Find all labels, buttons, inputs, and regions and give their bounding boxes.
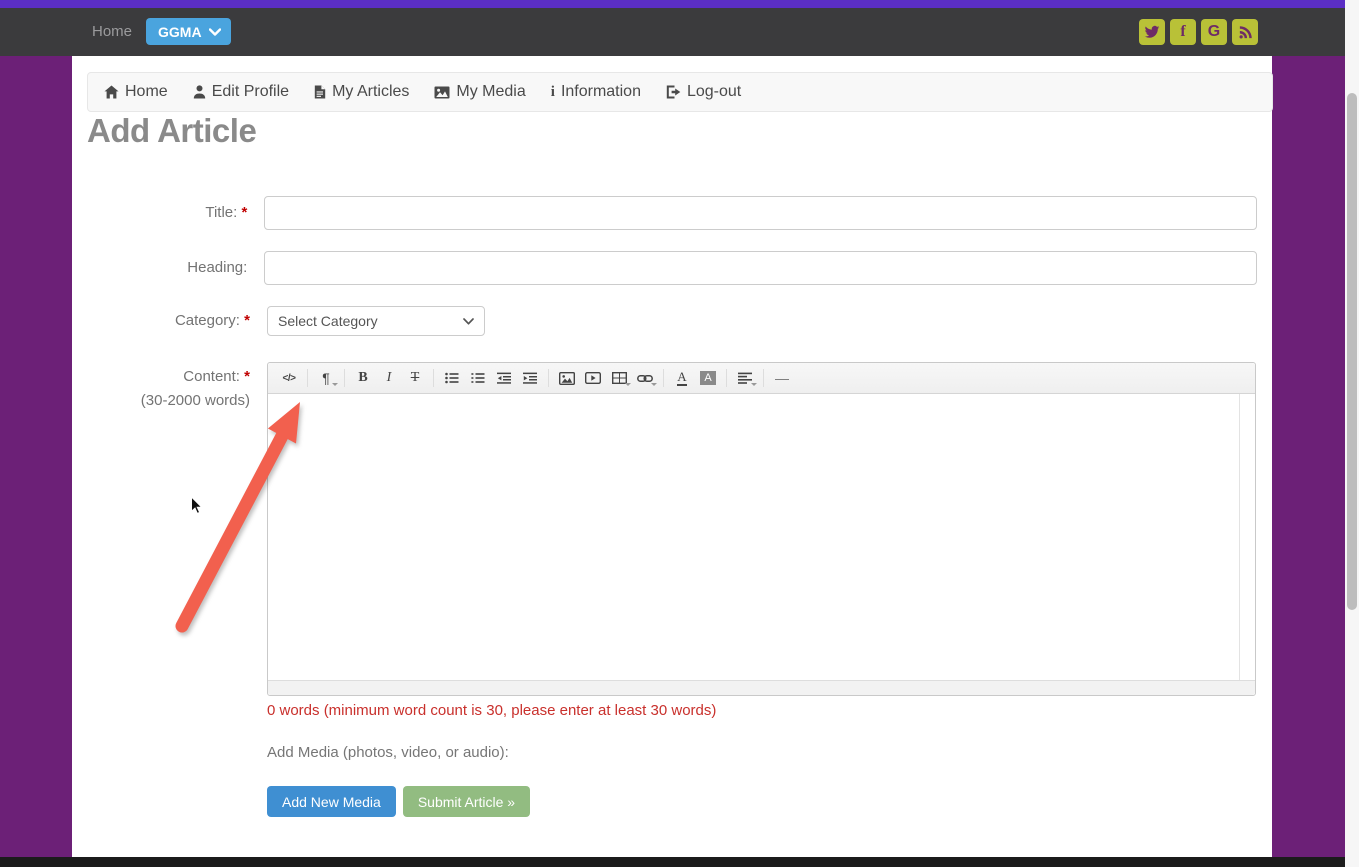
- paragraph-align-button[interactable]: [732, 367, 758, 389]
- page-title: Add Article: [87, 112, 257, 149]
- scrollbar-thumb[interactable]: [1347, 93, 1357, 610]
- insert-video-button[interactable]: [580, 367, 606, 389]
- mouse-cursor: [191, 496, 203, 515]
- highlight-color-button[interactable]: A: [695, 367, 721, 389]
- required-marker: *: [244, 312, 250, 329]
- twitter-icon[interactable]: [1139, 19, 1165, 45]
- link-icon: [637, 374, 653, 382]
- menu-item-label: Log-out: [686, 83, 742, 100]
- word-count-warning: 0 words (minimum word count is 30, pleas…: [267, 702, 717, 719]
- toolbar-separator: [763, 369, 764, 387]
- italic-button[interactable]: I: [376, 367, 402, 389]
- facebook-icon[interactable]: f: [1170, 19, 1196, 45]
- image-icon: [434, 86, 450, 98]
- document-icon: [314, 85, 326, 99]
- menu-item-label: Information: [560, 83, 641, 100]
- menu-item-label: My Articles: [332, 83, 410, 100]
- add-media-label: Add Media (photos, video, or audio):: [267, 744, 509, 761]
- indent-icon: [523, 372, 537, 384]
- chevron-down-icon: [463, 317, 474, 325]
- caret-down-icon: [332, 383, 338, 386]
- submit-article-button[interactable]: Submit Article »: [402, 786, 531, 817]
- caret-down-icon: [751, 383, 757, 386]
- title-input[interactable]: [264, 196, 1257, 230]
- menu-item-log-out[interactable]: Log-out: [666, 83, 741, 101]
- toolbar-separator: [548, 369, 549, 387]
- menu-item-edit-profile[interactable]: Edit Profile: [193, 83, 289, 101]
- info-icon: i: [550, 83, 555, 100]
- required-marker: *: [241, 204, 248, 221]
- menu-item-label: My Media: [456, 83, 526, 100]
- menu-item-information[interactable]: i Information: [551, 83, 641, 101]
- ordered-list-icon: [471, 373, 485, 383]
- user-icon: [193, 85, 205, 99]
- menu-item-label: Home: [125, 83, 168, 100]
- chevron-down-icon: [208, 27, 221, 36]
- unordered-list-icon: [445, 372, 459, 384]
- menu-item-my-media[interactable]: My Media: [434, 83, 526, 101]
- menu-item-my-articles[interactable]: My Articles: [314, 83, 409, 101]
- font-color-button[interactable]: A: [669, 367, 695, 389]
- code-view-button[interactable]: </>: [276, 367, 302, 389]
- editor-editable-region[interactable]: [268, 394, 1240, 680]
- page: Home GGMA f G Home Edit Profile My Artic…: [0, 0, 1359, 867]
- toolbar-separator: [663, 369, 664, 387]
- red-arrow-annotation: [175, 402, 300, 633]
- heading-label: Heading:: [187, 259, 248, 276]
- indent-button[interactable]: [517, 367, 543, 389]
- menu-item-home[interactable]: Home: [104, 83, 168, 101]
- editor-toolbar: </> ¶ B I T A A —: [268, 363, 1255, 394]
- brand-label: GGMA: [158, 23, 202, 40]
- social-links: f G: [1139, 19, 1258, 45]
- logout-icon: [666, 85, 681, 99]
- editor-resize-handle[interactable]: [268, 680, 1255, 695]
- footer-bar: [0, 857, 1345, 867]
- category-label: Category: *: [174, 312, 250, 329]
- user-menu: Home Edit Profile My Articles My Media i…: [87, 72, 1273, 112]
- bold-button[interactable]: B: [350, 367, 376, 389]
- rss-icon[interactable]: [1232, 19, 1258, 45]
- editor-content-area[interactable]: [268, 394, 1255, 680]
- google-icon[interactable]: G: [1201, 19, 1227, 45]
- form-actions: Add New Media Submit Article »: [267, 786, 1257, 817]
- insert-link-button[interactable]: [632, 367, 658, 389]
- top-navigation-bar: Home GGMA f G: [0, 8, 1345, 56]
- category-select[interactable]: Select Category: [267, 306, 485, 336]
- video-icon: [585, 372, 601, 384]
- toolbar-separator: [726, 369, 727, 387]
- topbar-home-link[interactable]: Home: [92, 8, 132, 56]
- brand-dropdown-button[interactable]: GGMA: [146, 18, 231, 45]
- caret-down-icon: [625, 383, 631, 386]
- scrollbar[interactable]: [1345, 0, 1359, 867]
- picture-icon: [559, 371, 575, 385]
- title-label: Title: *: [205, 204, 248, 221]
- top-accent-strip: [0, 0, 1345, 8]
- outdent-icon: [497, 372, 511, 384]
- insert-table-button[interactable]: [606, 367, 632, 389]
- required-marker: *: [244, 368, 250, 385]
- toolbar-separator: [307, 369, 308, 387]
- rich-text-editor: </> ¶ B I T A A —: [267, 362, 1256, 696]
- toolbar-separator: [433, 369, 434, 387]
- heading-input[interactable]: [264, 251, 1257, 285]
- outdent-button[interactable]: [491, 367, 517, 389]
- toolbar-separator: [344, 369, 345, 387]
- insert-picture-button[interactable]: [554, 367, 580, 389]
- paragraph-style-button[interactable]: ¶: [313, 367, 339, 389]
- unordered-list-button[interactable]: [439, 367, 465, 389]
- category-select-value: Select Category: [278, 313, 378, 329]
- ordered-list-button[interactable]: [465, 367, 491, 389]
- horizontal-rule-button[interactable]: —: [769, 367, 795, 389]
- home-icon: [104, 85, 119, 99]
- add-new-media-button[interactable]: Add New Media: [267, 786, 396, 817]
- menu-item-label: Edit Profile: [211, 83, 290, 100]
- caret-down-icon: [651, 383, 657, 386]
- align-left-icon: [738, 372, 752, 384]
- strikethrough-button[interactable]: T: [402, 367, 428, 389]
